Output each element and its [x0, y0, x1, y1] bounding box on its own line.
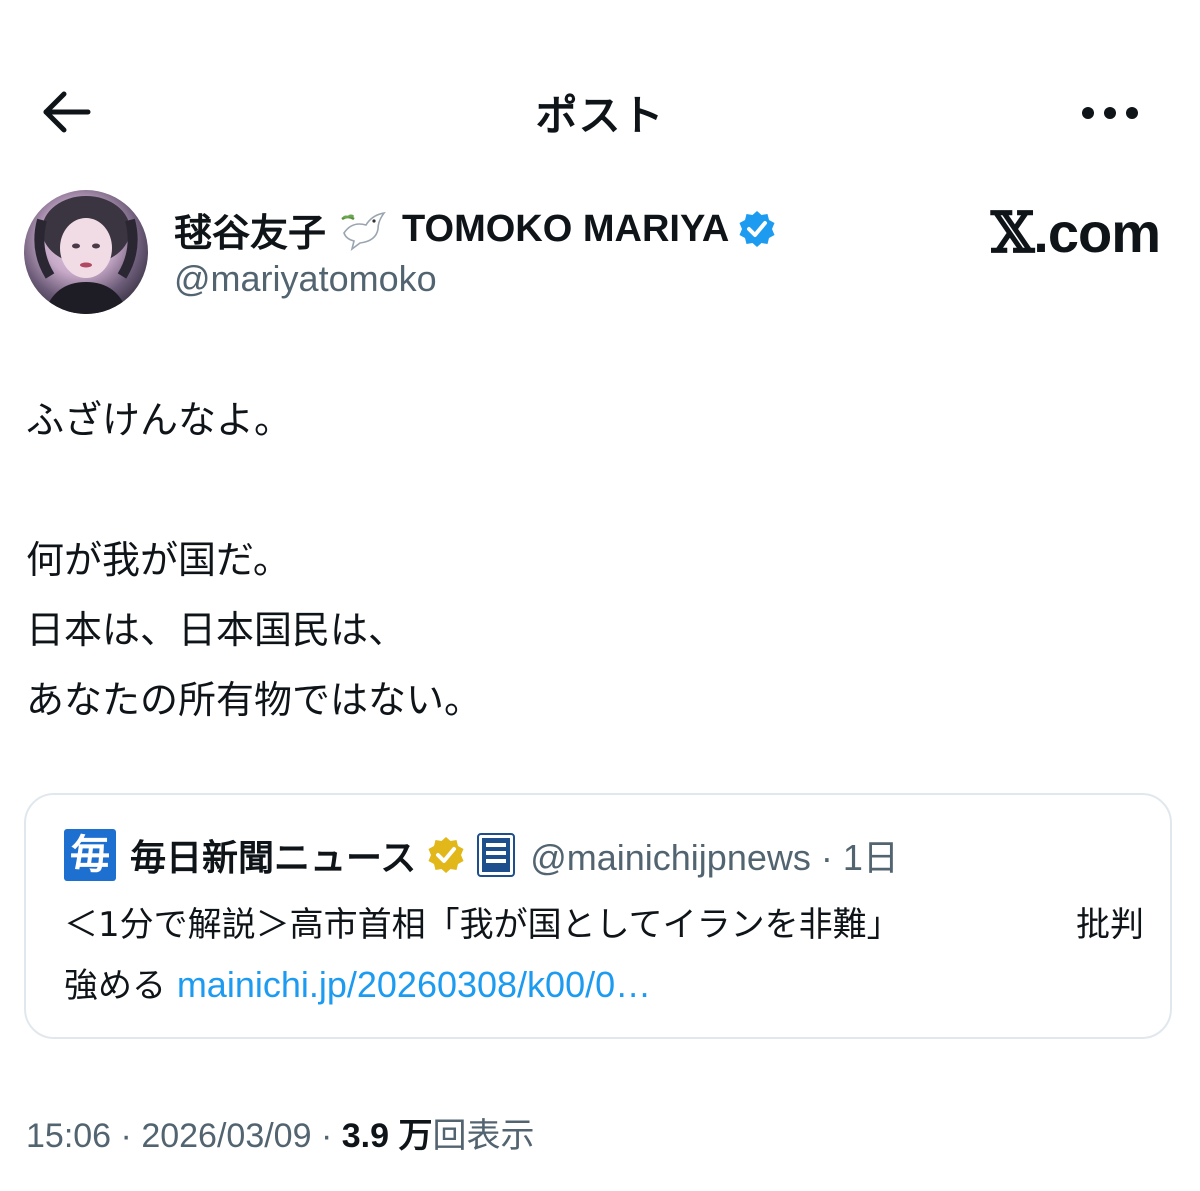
quoted-post-text: ＜1分で解説＞高市首相「我が国としてイランを非難」 批判 強める mainich…: [64, 895, 1144, 1016]
quoted-post-header: 毎 毎日新聞ニュース @mainichijpnews · 1日: [64, 829, 899, 881]
quoted-account-name: 毎日新聞ニュース: [130, 838, 417, 879]
top-bar: ポスト: [0, 60, 1200, 160]
x-logo: 𝕏: [990, 200, 1034, 266]
post-time[interactable]: 15:06: [26, 1117, 111, 1155]
author-display-name-en: TOMOKO MARIYA: [402, 207, 730, 250]
avatar[interactable]: [24, 190, 148, 314]
author-handle[interactable]: @mariyatomoko: [174, 258, 437, 300]
quoted-account-handle: @mainichijpnews · 1日: [530, 837, 899, 878]
quoted-link[interactable]: mainichi.jp/20260308/k00/0…: [177, 964, 651, 1005]
views-count: 3.9 万: [341, 1117, 433, 1155]
watermark-domain: .com: [1033, 201, 1161, 264]
affiliate-badge-icon: [477, 833, 516, 877]
author-display-name: 毬谷友子: [174, 210, 327, 255]
post-text: ふざけんなよ。 何が我が国だ。 日本は、日本国民は、 あなたの所有物ではない。: [26, 398, 483, 722]
quoted-post-card[interactable]: 毎 毎日新聞ニュース @mainichijpnews · 1日 ＜1分で解説＞高…: [24, 793, 1172, 1039]
post-meta: 15:06 · 2026/03/09 · 3.9 万回表示: [26, 1117, 535, 1155]
xcom-watermark: 𝕏.com: [990, 200, 1161, 266]
gold-verified-badge-icon: [428, 837, 464, 873]
quoted-text-line: ＜1分で解説＞高市首相「我が国としてイランを非難」 批判: [64, 905, 1144, 945]
quoted-text-line: 強める mainichi.jp/20260308/k00/0…: [64, 964, 652, 1006]
author-name-row[interactable]: 毬谷友子 TOMOKO MARIYA: [174, 204, 777, 255]
mainichi-logo-avatar: 毎: [64, 829, 116, 881]
post-date[interactable]: 2026/03/09: [141, 1117, 311, 1155]
dove-icon: [341, 211, 386, 251]
more-button[interactable]: [1080, 88, 1140, 138]
verified-badge-icon: [739, 211, 775, 247]
avatar-image: [34, 196, 138, 314]
views-label: 回表示: [432, 1117, 535, 1155]
more-horizontal-icon: [1082, 107, 1138, 119]
page-title: ポスト: [535, 91, 665, 140]
quoted-post-time: 1日: [842, 837, 899, 878]
